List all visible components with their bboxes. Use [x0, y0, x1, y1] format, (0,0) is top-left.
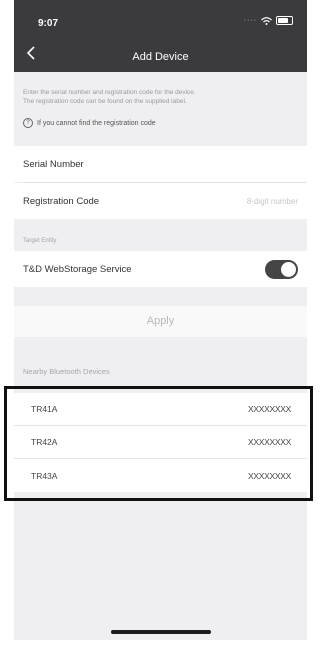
signal-icon: ····: [243, 17, 257, 24]
toggle-knob: [281, 261, 296, 277]
webstorage-service-toggle[interactable]: [265, 259, 298, 279]
status-icons: ····: [244, 16, 293, 25]
status-time: 9:07: [38, 18, 59, 29]
home-indicator: [111, 630, 211, 634]
instruction-line-1: Enter the serial number and registration…: [23, 89, 196, 96]
registration-code-field[interactable]: Registration Code 8-digit number: [14, 183, 307, 219]
question-circle-icon: ?: [23, 118, 33, 128]
target-entity-label: Target Entity: [23, 238, 57, 244]
webstorage-service-row: T&D WebStorage Service: [14, 251, 307, 287]
registration-code-label: Registration Code: [23, 195, 100, 207]
phone-screen: 9:07 ···· Add Device Enter the serial nu…: [14, 0, 307, 640]
webstorage-service-label: T&D WebStorage Service: [23, 263, 132, 275]
registration-help-link[interactable]: ? If you cannot find the registration co…: [23, 118, 156, 128]
apply-button[interactable]: Apply: [14, 306, 307, 337]
instruction-note: Enter the serial number and registration…: [23, 88, 295, 106]
help-link-label: If you cannot find the registration code: [37, 119, 156, 127]
nearby-devices-label: Nearby Bluetooth Devices: [23, 367, 110, 376]
serial-number-field[interactable]: Serial Number: [14, 146, 307, 182]
battery-icon: [276, 16, 293, 25]
page-title: Add Device: [132, 51, 189, 63]
nav-header: 9:07 ···· Add Device: [14, 0, 307, 72]
highlight-frame: [4, 386, 313, 501]
instruction-line-2: The registration code can be found on th…: [23, 98, 187, 105]
registration-code-placeholder: 8-digit number: [246, 196, 298, 206]
serial-number-label: Serial Number: [23, 158, 84, 170]
wifi-icon: [261, 16, 272, 25]
